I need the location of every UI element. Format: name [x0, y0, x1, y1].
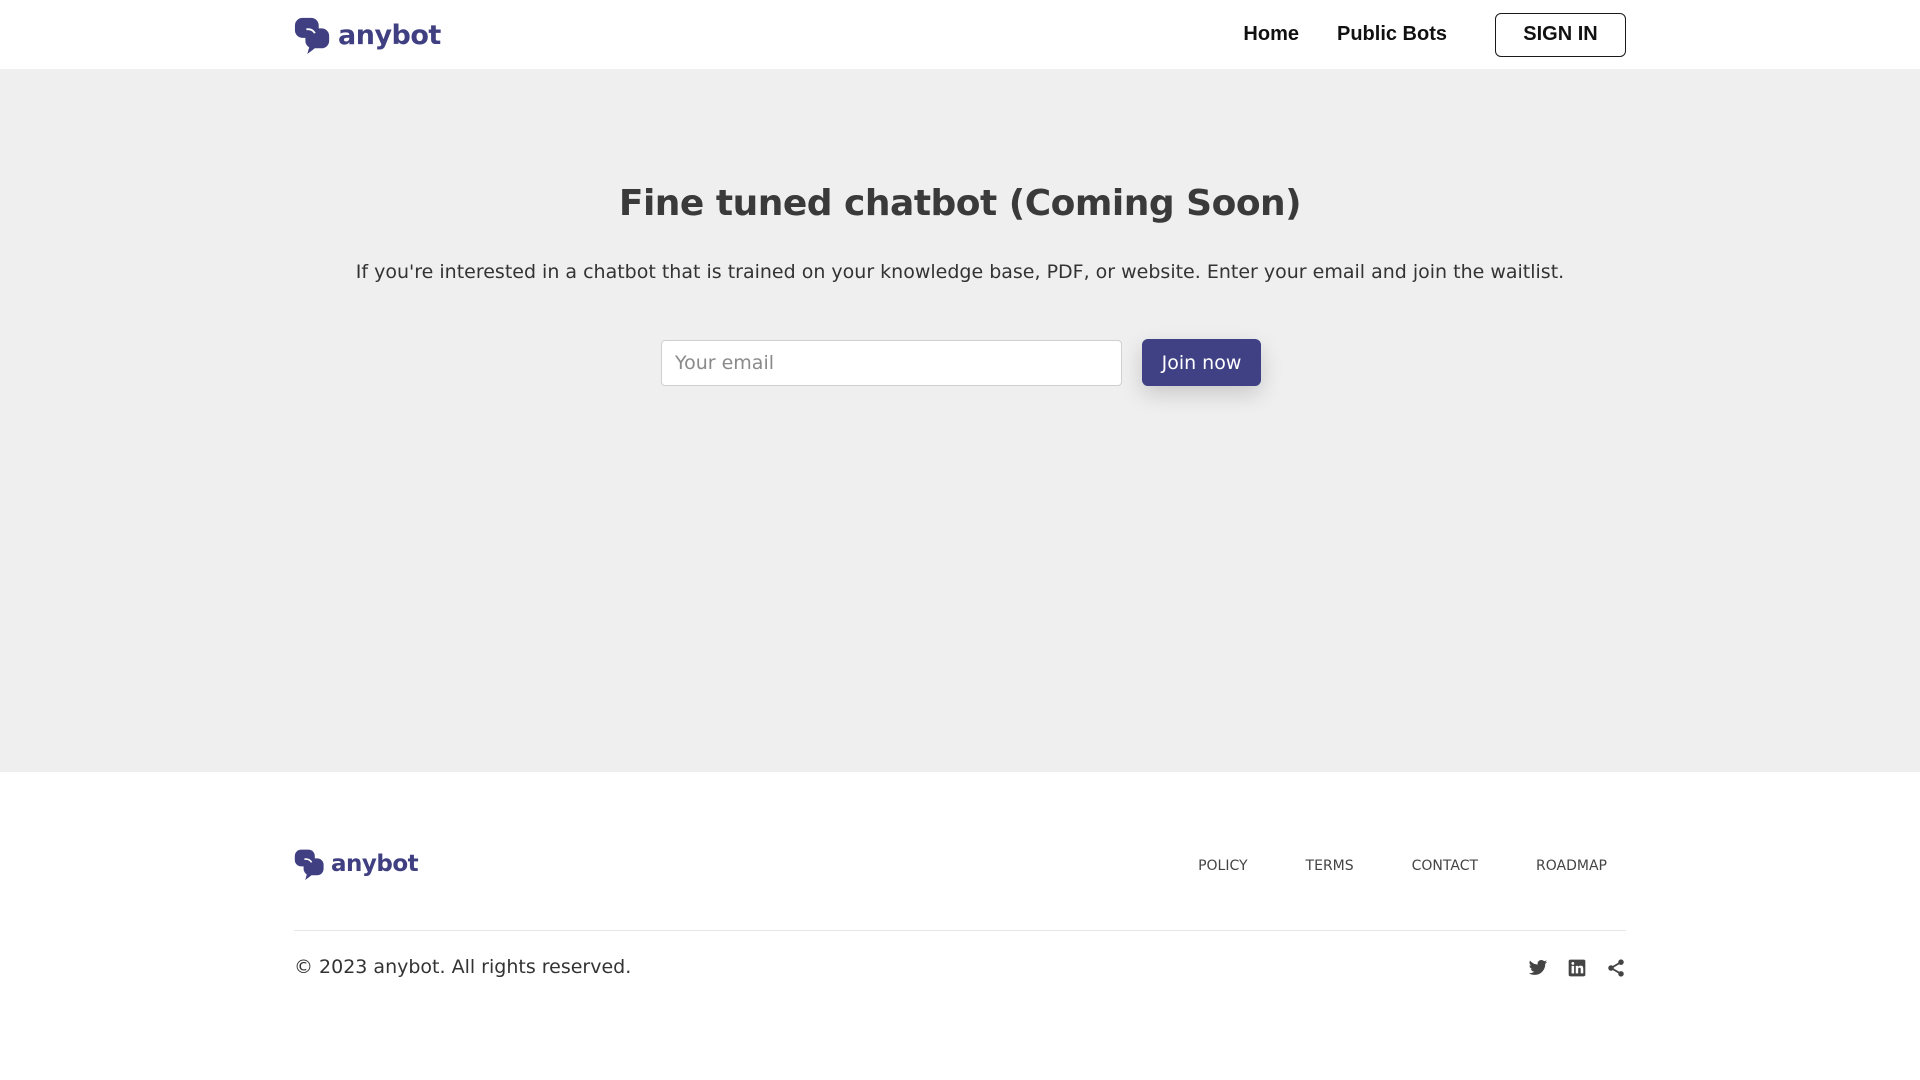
logo-text: anybot — [338, 19, 441, 51]
page-title: Fine tuned chatbot (Coming Soon) — [618, 183, 1302, 224]
hero-section: Fine tuned chatbot (Coming Soon) If you'… — [0, 69, 1920, 772]
main-nav: Home Public Bots SIGN IN — [1243, 0, 1626, 69]
footer-logo-text: anybot — [331, 850, 419, 877]
waitlist-form: Join now — [661, 339, 1261, 386]
chat-bubbles-logo-icon — [294, 849, 324, 880]
site-footer: anybot POLICY TERMS CONTACT ROADMAP © 20… — [0, 772, 1920, 1080]
copyright-text: © 2023 anybot. All rights reserved. — [294, 956, 632, 978]
footer-link-roadmap[interactable]: ROADMAP — [1536, 858, 1607, 874]
share-icon[interactable] — [1606, 958, 1626, 978]
header-logo[interactable]: anybot — [294, 16, 441, 54]
chat-bubbles-logo-icon — [294, 17, 330, 54]
twitter-icon[interactable] — [1528, 958, 1548, 978]
footer-link-terms[interactable]: TERMS — [1306, 858, 1354, 874]
sign-in-button[interactable]: SIGN IN — [1495, 12, 1626, 57]
nav-link-public-bots[interactable]: Public Bots — [1337, 23, 1447, 46]
social-links — [1509, 958, 1626, 978]
email-input[interactable] — [661, 339, 1122, 386]
footer-logo[interactable]: anybot — [294, 848, 419, 880]
hero-description: If you're interested in a chatbot that i… — [355, 261, 1565, 283]
join-now-button[interactable]: Join now — [1142, 339, 1261, 386]
site-header: anybot Home Public Bots SIGN IN — [0, 0, 1920, 69]
footer-link-contact[interactable]: CONTACT — [1412, 858, 1478, 874]
nav-link-home[interactable]: Home — [1243, 23, 1299, 46]
linkedin-icon[interactable] — [1567, 958, 1587, 978]
footer-nav: POLICY TERMS CONTACT ROADMAP — [1140, 858, 1626, 874]
footer-link-policy[interactable]: POLICY — [1198, 858, 1247, 874]
footer-divider — [294, 930, 1626, 931]
